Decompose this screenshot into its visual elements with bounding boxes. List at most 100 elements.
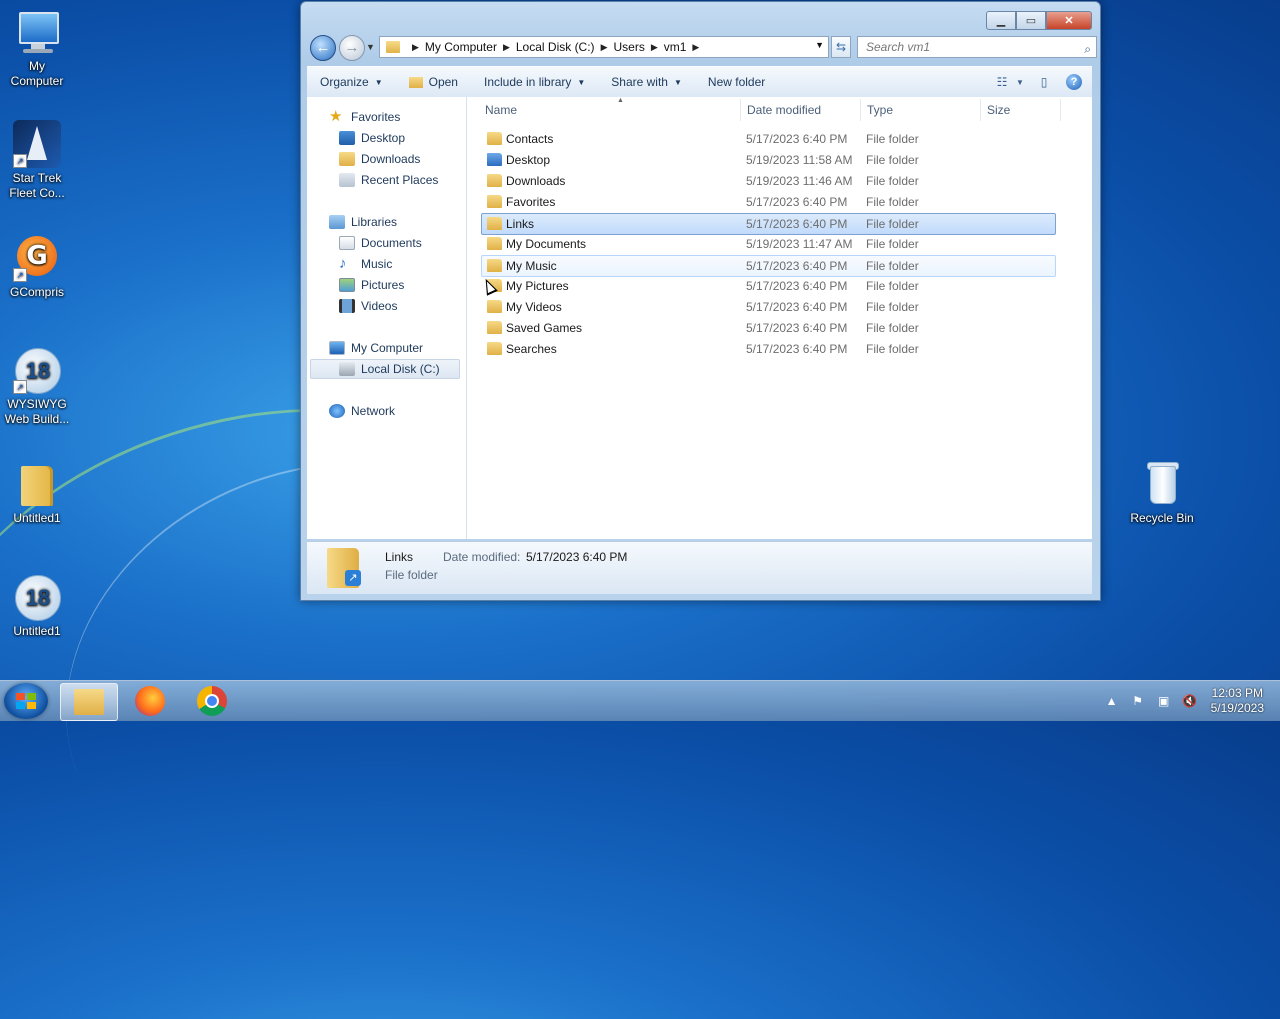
breadcrumb-my-computer[interactable]: My Computer [425,40,497,54]
chevron-right-icon[interactable]: ▶ [651,42,658,53]
view-dropdown-icon[interactable]: ▼ [1014,71,1026,93]
action-center-icon[interactable]: ⚑ [1128,692,1148,710]
refresh-button[interactable]: ⇆ [831,36,851,58]
desktop-icon-gcompris[interactable]: G ↗ GCompris [1,234,73,300]
file-name: My Documents [506,237,587,251]
clock[interactable]: 12:03 PM 5/19/2023 [1211,686,1264,716]
new-folder-button[interactable]: New folder [695,67,778,97]
desktop-icon-wysiwyg[interactable]: 18 ↗ WYSIWYG Web Build... [1,346,73,427]
open-button[interactable]: Open [396,67,471,97]
file-row[interactable]: My Videos 5/17/2023 6:40 PM File folder [482,297,1055,317]
desktop-icon-my-computer[interactable]: My Computer [1,8,73,89]
share-with-button[interactable]: Share with ▼ [598,67,695,97]
file-row[interactable]: Downloads 5/19/2023 11:46 AM File folder [482,171,1055,191]
nav-pictures[interactable]: Pictures [339,275,404,295]
nav-label: Favorites [351,110,401,124]
file-name: Saved Games [506,321,583,335]
navigation-bar: ← → ▼ ▶ My Computer ▶ Local Disk (C:) ▶ … [309,34,1097,62]
nav-my-computer[interactable]: My Computer [329,338,423,358]
nav-documents[interactable]: Documents [339,233,422,253]
help-button[interactable]: ? [1062,71,1086,93]
volume-muted-icon[interactable]: 🔇 [1180,692,1200,710]
address-dropdown-icon[interactable]: ▼ [815,40,824,50]
desktop-icon-untitled1-folder[interactable]: Untitled1 [1,460,73,526]
nav-label: Videos [361,299,398,313]
column-header-name[interactable]: ▲ Name [479,97,741,121]
taskbar-explorer[interactable] [60,683,118,721]
start-button[interactable] [4,683,48,719]
back-button[interactable]: ← [310,35,336,61]
file-date: 5/17/2023 6:40 PM [746,259,848,273]
nav-favorites[interactable]: ★ Favorites [329,107,400,127]
file-name: Links [506,217,535,231]
chevron-right-icon[interactable]: ▶ [601,42,608,53]
file-name: My Pictures [506,279,569,293]
file-row-hover[interactable]: My Music 5/17/2023 6:40 PM File folder [481,255,1056,277]
search-icon[interactable]: ⌕ [1084,39,1091,59]
nav-libraries[interactable]: Libraries [329,212,397,232]
forward-button[interactable]: → [339,35,365,61]
breadcrumb-vm1[interactable]: vm1 [664,40,687,54]
nav-recent-places[interactable]: Recent Places [339,170,438,190]
nav-videos[interactable]: Videos [339,296,397,316]
recent-pages-dropdown[interactable]: ▼ [366,42,375,52]
desktop-icon-label: Untitled1 [13,624,61,638]
nav-desktop[interactable]: Desktop [339,128,405,148]
details-name: Links [385,550,414,564]
file-row[interactable]: Saved Games 5/17/2023 6:40 PM File folder [482,318,1055,338]
include-in-library-button[interactable]: Include in library ▼ [471,67,598,97]
file-type: File folder [866,132,919,146]
column-header-date-modified[interactable]: Date modified [741,99,861,121]
chevron-right-icon[interactable]: ▶ [692,42,699,53]
desktop-folder-icon [487,153,502,166]
open-folder-icon [408,76,423,88]
chevron-right-icon[interactable]: ▶ [503,42,510,53]
file-row[interactable]: Searches 5/17/2023 6:40 PM File folder [482,339,1055,359]
file-date: 5/17/2023 6:40 PM [746,321,848,335]
nav-downloads[interactable]: Downloads [339,149,420,169]
clock-time: 12:03 PM [1211,686,1263,700]
nav-local-disk[interactable]: Local Disk (C:) [310,359,460,379]
nav-network[interactable]: Network [329,401,395,421]
file-row[interactable]: Favorites 5/17/2023 6:40 PM File folder [482,192,1055,212]
address-bar[interactable]: ▶ My Computer ▶ Local Disk (C:) ▶ Users … [379,36,829,58]
file-row[interactable]: Desktop 5/19/2023 11:58 AM File folder [482,150,1055,170]
help-icon: ? [1066,74,1082,90]
close-button[interactable]: ✕ [1046,11,1092,30]
file-type: File folder [866,195,919,209]
desktop-icon-recycle-bin[interactable]: Recycle Bin [1126,460,1198,526]
taskbar-chrome[interactable] [184,683,240,719]
organize-button[interactable]: Organize ▼ [307,67,396,97]
taskbar-firefox[interactable] [122,683,178,719]
file-row[interactable]: Contacts 5/17/2023 6:40 PM File folder [482,129,1055,149]
nav-label: Recent Places [361,173,439,187]
preview-pane-button[interactable]: ▯ [1032,71,1056,93]
desktop-icon-label: Recycle Bin [1130,511,1194,525]
file-type: File folder [866,174,919,188]
computer-icon [329,341,345,355]
share-label: Share with [611,75,668,89]
chevron-right-icon[interactable]: ▶ [412,42,419,53]
file-row[interactable]: My Pictures 5/17/2023 6:40 PM File folder [482,276,1055,296]
column-header-type[interactable]: Type [861,99,981,121]
file-date: 5/17/2023 6:40 PM [746,279,848,293]
organize-label: Organize [320,75,369,89]
new-folder-label: New folder [707,75,766,89]
nav-music[interactable]: ♪ Music [339,254,392,274]
change-view-button[interactable]: ☷ [990,71,1014,93]
file-row-selected[interactable]: Links 5/17/2023 6:40 PM File folder [481,213,1056,235]
minimize-button[interactable]: ▁ [986,11,1016,30]
breadcrumb-local-disk[interactable]: Local Disk (C:) [516,40,595,54]
saved-games-folder-icon [487,321,502,334]
column-header-size[interactable]: Size [981,99,1061,121]
desktop-icon-star-trek[interactable]: ↗ Star Trek Fleet Co... [1,120,73,201]
file-row[interactable]: My Documents 5/19/2023 11:47 AM File folde… [482,234,1055,254]
maximize-button[interactable]: ▭ [1016,11,1046,30]
desktop-icon-untitled1-project[interactable]: 18 Untitled1 [1,573,73,639]
show-hidden-icons-button[interactable]: ▲ [1102,692,1122,710]
breadcrumb-users[interactable]: Users [613,40,644,54]
navigation-pane: ★ Favorites Desktop Downloads Recent Plac… [307,97,467,539]
network-status-icon[interactable]: ▣ [1154,692,1174,710]
search-input[interactable]: Search vm1 ⌕ [857,36,1097,58]
preview-pane-icon: ▯ [1040,75,1048,89]
